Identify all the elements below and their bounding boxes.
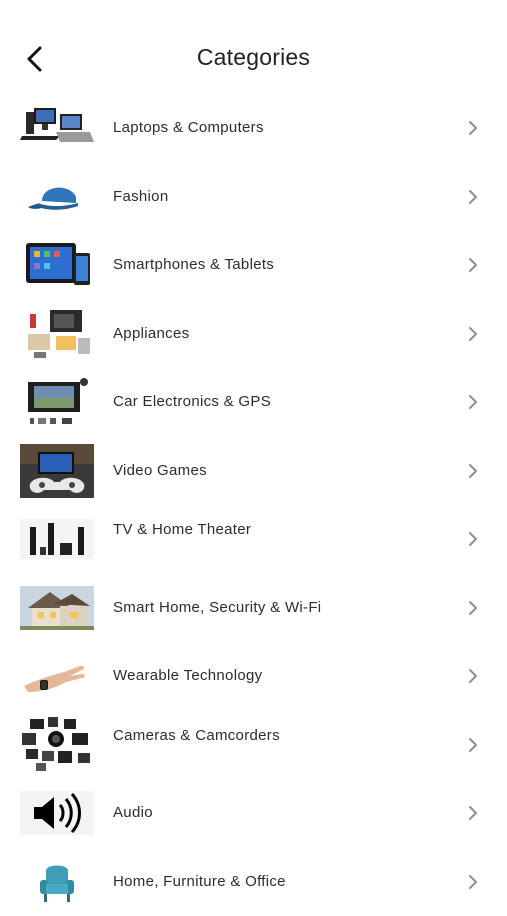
category-label: Smartphones & Tablets [113,256,274,273]
cameras-icon [20,719,94,771]
chevron-right-icon [466,531,480,547]
smartwatch-hand-icon [20,650,94,702]
chevron-right-icon [466,600,480,616]
category-label: Fashion [113,188,168,205]
category-row-car-electronics-gps[interactable]: Car Electronics & GPS [0,368,507,437]
category-row-smart-home[interactable]: Smart Home, Security & Wi-Fi [0,574,507,643]
category-list: Laptops & Computers Fashion [0,94,507,916]
category-label: Home, Furniture & Office [113,873,286,890]
game-controller-icon [20,445,94,497]
category-label: Car Electronics & GPS [113,393,271,410]
chevron-right-icon [466,120,480,136]
category-row-cameras-camcorders[interactable]: Cameras & Camcorders [0,711,507,780]
page-title: Categories [0,44,507,71]
speakers-icon [20,513,94,565]
chevron-right-icon [466,874,480,890]
car-stereo-icon [20,376,94,428]
category-label: Audio [113,804,153,821]
cap-icon [20,171,94,223]
category-row-tv-home-theater[interactable]: TV & Home Theater [0,505,507,574]
speaker-volume-icon [20,787,94,839]
category-row-audio[interactable]: Audio [0,779,507,848]
appliances-icon [20,308,94,360]
category-row-laptops-computers[interactable]: Laptops & Computers [0,94,507,163]
category-row-fashion[interactable]: Fashion [0,163,507,232]
category-label: TV & Home Theater [113,521,251,538]
category-row-home-furniture-office[interactable]: Home, Furniture & Office [0,848,507,916]
category-row-video-games[interactable]: Video Games [0,437,507,506]
category-row-wearable-technology[interactable]: Wearable Technology [0,642,507,711]
category-label: Laptops & Computers [113,119,264,136]
category-label: Smart Home, Security & Wi-Fi [113,599,321,616]
chevron-right-icon [466,737,480,753]
category-row-smartphones-tablets[interactable]: Smartphones & Tablets [0,231,507,300]
chevron-right-icon [466,805,480,821]
chevron-right-icon [466,394,480,410]
tablet-phone-icon [20,239,94,291]
category-label: Video Games [113,462,207,479]
chevron-right-icon [466,463,480,479]
category-label: Appliances [113,325,189,342]
category-label: Cameras & Camcorders [113,727,280,744]
chevron-right-icon [466,668,480,684]
house-icon [20,582,94,634]
category-label: Wearable Technology [113,667,262,684]
chevron-right-icon [466,189,480,205]
header-bar: Categories [0,0,507,96]
laptop-computer-icon [20,102,94,154]
chevron-right-icon [466,326,480,342]
chevron-right-icon [466,257,480,273]
category-row-appliances[interactable]: Appliances [0,300,507,369]
